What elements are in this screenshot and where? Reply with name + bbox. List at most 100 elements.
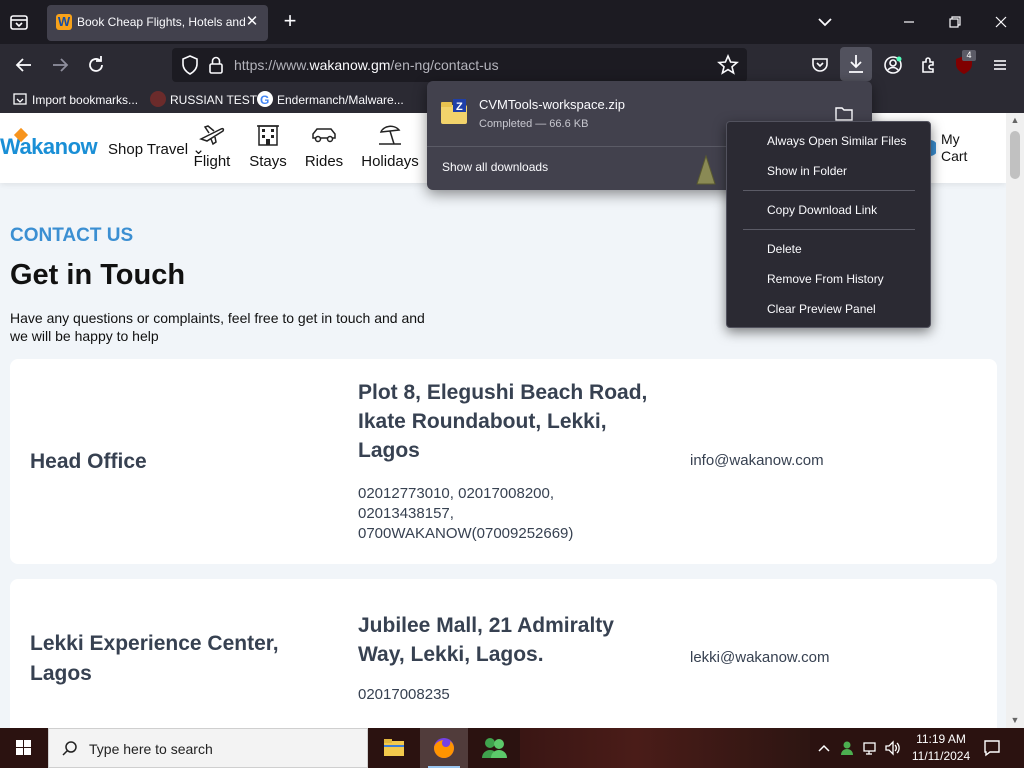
office-email[interactable]: info@wakanow.com [690,452,824,469]
office-address: Plot 8, Elegushi Beach Road, Ikate Round… [358,381,648,462]
download-icon [849,55,863,73]
airplane-icon [199,125,225,146]
shop-travel-label: Shop Travel [108,141,189,158]
nav-rides-label: Rides [304,153,344,170]
close-window-button[interactable] [978,0,1024,44]
clock-date: 11/11/2024 [911,749,971,763]
minimize-button[interactable] [886,0,932,44]
menu-separator [743,229,915,230]
office-phones: 02017008235 [358,686,450,703]
forward-arrow-icon[interactable] [48,53,72,77]
office-card-head: Head Office Plot 8, Elegushi Beach Road,… [10,359,997,564]
clock-time: 11:19 AM [916,732,966,746]
scroll-down-icon[interactable]: ▼ [1010,715,1020,725]
new-tab-button[interactable]: + [279,10,301,32]
menu-always-open-similar[interactable]: Always Open Similar Files [767,134,906,148]
tab-bar: W Book Cheap Flights, Hotels and ✕ + [0,0,1024,44]
windows-taskbar: Type here to search 11:19 AM 11/11/2024 [0,728,1024,768]
google-icon: G [257,91,273,107]
pocket-icon[interactable] [808,53,832,77]
folder-icon[interactable] [835,105,853,121]
import-icon [12,91,28,107]
bookmark-label: Endermanch/Malware... [277,93,404,107]
hotel-icon [257,125,279,146]
people-app-icon[interactable] [470,728,518,768]
reload-icon[interactable] [84,53,108,77]
nav-flight[interactable]: Flight [182,121,242,179]
system-clock[interactable]: 11:19 AM 11/11/2024 [904,731,978,765]
windows-start-icon[interactable] [0,728,48,768]
menu-separator [743,190,915,191]
svg-text:Z: Z [456,101,463,113]
nav-holidays-label: Holidays [361,153,419,170]
menu-clear-preview-panel[interactable]: Clear Preview Panel [767,302,876,316]
page-title: Get in Touch [10,259,186,291]
url-text[interactable]: https://www.wakanow.gm/en-ng/contact-us [234,57,499,73]
url-prefix: https://www. [234,57,310,73]
bookmark-label: RUSSIAN TEST [170,93,258,107]
chevron-up-icon[interactable] [815,739,833,757]
office-name: Head Office [30,450,147,473]
menu-copy-download-link[interactable]: Copy Download Link [767,203,877,217]
taskbar-wallpaper [520,728,810,768]
volume-icon[interactable] [884,739,902,757]
office-address: Jubilee Mall, 21 Admiralty Way, Lekki, L… [358,614,614,666]
menu-delete[interactable]: Delete [767,242,802,256]
car-icon [312,128,336,143]
office-email[interactable]: lekki@wakanow.com [690,649,829,666]
office-phones: 02012773010, 02017008200, 02013438157, 0… [358,485,574,542]
nav-stays[interactable]: Stays [238,121,298,179]
tab-close-icon[interactable]: ✕ [242,12,262,32]
firefox-icon[interactable] [420,728,468,768]
scroll-up-icon[interactable]: ▲ [1010,115,1020,125]
downloads-button[interactable] [840,47,872,81]
wakanow-logo[interactable]: Wakanow [0,133,98,161]
download-status: Completed — 66.6 KB [479,118,589,130]
nav-rides[interactable]: Rides [294,121,354,179]
hamburger-menu-icon[interactable] [988,53,1012,77]
browser-tab[interactable]: W Book Cheap Flights, Hotels and ✕ [47,5,268,41]
restore-button[interactable] [932,0,978,44]
nav-stays-label: Stays [249,153,287,170]
tracking-shield-icon[interactable] [178,53,202,77]
taskbar-search-input[interactable]: Type here to search [48,728,368,768]
download-context-menu: Always Open Similar Files Show in Folder… [726,121,931,328]
wakanow-favicon-icon: W [56,14,72,30]
url-path: /en-ng/contact-us [390,57,499,73]
file-explorer-icon[interactable] [370,728,418,768]
account-icon[interactable] [881,53,905,77]
svg-text:G: G [260,93,269,107]
office-card-lekki: Lekki Experience Center, Lagos Jubilee M… [10,579,997,728]
people-tray-icon[interactable] [838,739,856,757]
beach-umbrella-icon [379,125,401,145]
network-icon[interactable] [862,739,880,757]
scroll-thumb[interactable] [1010,131,1020,179]
chevron-down-icon[interactable] [815,12,835,32]
my-cart-link[interactable]: My Cart [941,131,981,165]
office-name: Lekki Experience Center, Lagos [30,632,279,685]
tab-title: Book Cheap Flights, Hotels and [77,15,245,29]
nav-holidays[interactable]: Holidays [360,121,420,179]
download-file-name[interactable]: CVMTools-workspace.zip [479,97,625,112]
extensions-icon[interactable] [917,53,941,77]
back-arrow-icon[interactable] [12,53,36,77]
bookmark-endermanch[interactable]: G Endermanch/Malware... [257,91,404,109]
bookmark-star-icon[interactable] [716,53,740,77]
url-domain: wakanow.gm [309,57,391,73]
bookmark-label: Import bookmarks... [32,93,139,107]
search-placeholder: Type here to search [89,741,213,757]
menu-show-in-folder[interactable]: Show in Folder [767,164,847,178]
pointer-cursor-icon [695,154,717,186]
bookmark-russian-test[interactable]: RUSSIAN TEST [150,91,257,109]
navigation-toolbar: https://www.wakanow.gm/en-ng/contact-us [0,44,1024,86]
bookmark-import[interactable]: Import bookmarks... [12,91,138,109]
show-all-downloads-button[interactable]: Show all downloads [442,160,548,174]
lock-icon[interactable] [204,53,228,77]
menu-remove-from-history[interactable]: Remove From History [767,272,884,286]
page-scrollbar[interactable]: ▲ ▼ [1006,113,1024,728]
address-bar[interactable]: https://www.wakanow.gm/en-ng/contact-us [172,48,747,82]
tab-list-icon[interactable] [8,11,30,33]
notification-icon[interactable] [982,738,1002,758]
zip-file-icon: Z [439,98,469,126]
contact-eyebrow: CONTACT US [10,225,134,246]
